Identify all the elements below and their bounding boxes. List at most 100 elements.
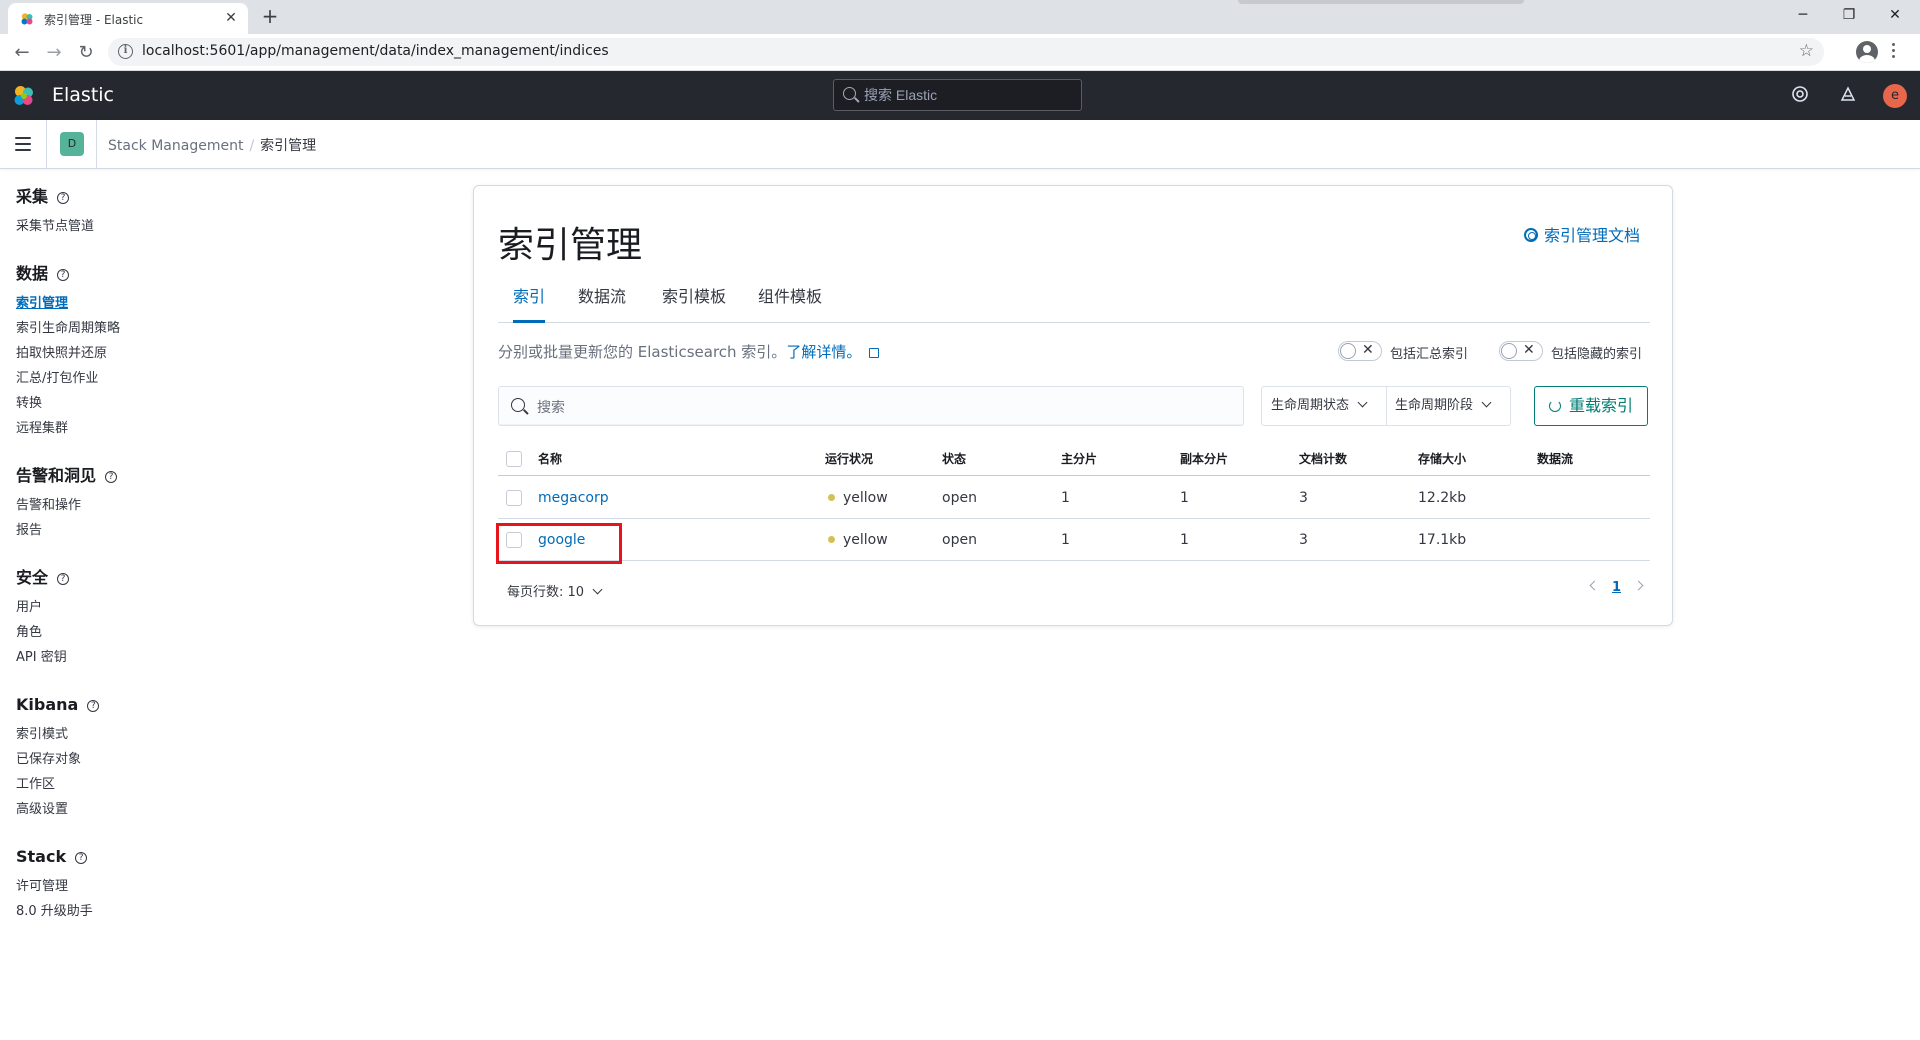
sidebar-group-title: Kibana bbox=[16, 695, 79, 714]
address-bar[interactable]: i localhost:5601/app/management/data/ind… bbox=[108, 38, 1824, 66]
help-icon[interactable]: ? bbox=[57, 572, 70, 585]
sidebar-group-kibana: Kibana? 索引模式 已保存对象 工作区 高级设置 bbox=[16, 694, 236, 822]
space-avatar[interactable]: D bbox=[60, 132, 84, 156]
sidebar-item-api-keys[interactable]: API 密钥 bbox=[16, 645, 236, 670]
sidebar-item-transforms[interactable]: 转换 bbox=[16, 391, 236, 416]
elastic-logo-icon[interactable] bbox=[12, 84, 36, 108]
browser-menu-icon[interactable] bbox=[1892, 43, 1896, 61]
chevron-down-icon bbox=[1481, 397, 1492, 408]
primary-value: 1 bbox=[1061, 531, 1070, 548]
column-header-data-stream[interactable]: 数据流 bbox=[1537, 442, 1573, 475]
sidebar-item-ingest-pipelines[interactable]: 采集节点管道 bbox=[16, 214, 236, 239]
back-icon[interactable]: ← bbox=[9, 40, 35, 66]
learn-more-link[interactable]: 了解详情。 bbox=[786, 343, 861, 361]
column-header-health[interactable]: 运行状况 bbox=[825, 442, 873, 475]
previous-page-icon[interactable] bbox=[1589, 580, 1600, 591]
lifecycle-status-filter[interactable]: 生命周期状态 bbox=[1271, 387, 1368, 425]
description-text: 分别或批量更新您的 Elasticsearch 索引。 bbox=[498, 343, 787, 361]
forward-icon[interactable]: → bbox=[41, 40, 67, 66]
newsfeed-icon[interactable] bbox=[1838, 85, 1858, 105]
tab-indices[interactable]: 索引 bbox=[513, 279, 546, 323]
help-icon[interactable]: ? bbox=[57, 268, 70, 281]
minimize-window-button[interactable]: ─ bbox=[1780, 0, 1826, 30]
sidebar-item-advanced-settings[interactable]: 高级设置 bbox=[16, 797, 236, 822]
help-icon[interactable]: ? bbox=[75, 851, 88, 864]
row-checkbox[interactable] bbox=[506, 490, 522, 506]
help-icon[interactable] bbox=[1790, 85, 1810, 105]
tab-title: 索引管理 - Elastic bbox=[44, 13, 144, 27]
sidebar-item-index-patterns[interactable]: 索引模式 bbox=[16, 722, 236, 747]
url-text[interactable]: localhost:5601/app/management/data/index… bbox=[142, 43, 609, 59]
reload-indices-button[interactable]: 重载索引 bbox=[1534, 386, 1648, 426]
sidebar-item-upgrade-assistant[interactable]: 8.0 升级助手 bbox=[16, 899, 236, 924]
lifecycle-phase-filter[interactable]: 生命周期阶段 bbox=[1395, 387, 1492, 425]
management-sidebar: 采集? 采集节点管道 数据? 索引管理 索引生命周期策略 拍取快照并还原 汇总/… bbox=[16, 186, 236, 948]
index-name-link[interactable]: google bbox=[538, 532, 585, 548]
health-value: yellow bbox=[843, 531, 888, 548]
toggle-track[interactable] bbox=[1499, 341, 1543, 361]
sidebar-group-title: 安全 bbox=[16, 568, 49, 587]
breadcrumb-current: 索引管理 bbox=[260, 138, 317, 154]
page-number[interactable]: 1 bbox=[1612, 580, 1621, 595]
toggle-label: 包括汇总索引 bbox=[1390, 347, 1469, 362]
column-header-primary[interactable]: 主分片 bbox=[1061, 442, 1097, 475]
status-value: open bbox=[942, 489, 977, 506]
sidebar-item-rollup-jobs[interactable]: 汇总/打包作业 bbox=[16, 366, 236, 391]
restore-window-button[interactable]: ❐ bbox=[1826, 0, 1872, 30]
close-tab-icon[interactable]: ✕ bbox=[222, 9, 240, 27]
sidebar-item-alerts-actions[interactable]: 告警和操作 bbox=[16, 493, 236, 518]
sidebar-item-reporting[interactable]: 报告 bbox=[16, 518, 236, 543]
pagination: 1 bbox=[1589, 579, 1644, 601]
health-dot-icon bbox=[828, 494, 835, 501]
help-icon[interactable]: ? bbox=[57, 191, 70, 204]
sidebar-group-alerts: 告警和洞见? 告警和操作 报告 bbox=[16, 465, 236, 543]
global-search-input[interactable] bbox=[864, 85, 1074, 105]
reload-icon[interactable]: ↻ bbox=[73, 40, 99, 66]
menu-toggle-icon[interactable] bbox=[15, 137, 31, 151]
breadcrumb-stack-management[interactable]: Stack Management bbox=[108, 138, 243, 154]
index-search[interactable] bbox=[498, 386, 1244, 426]
new-tab-button[interactable]: + bbox=[258, 5, 282, 29]
site-info-icon[interactable]: i bbox=[118, 44, 133, 59]
sidebar-item-spaces[interactable]: 工作区 bbox=[16, 772, 236, 797]
column-header-docs-count[interactable]: 文档计数 bbox=[1299, 442, 1347, 475]
help-icon[interactable]: ? bbox=[105, 470, 118, 483]
replicas-value: 1 bbox=[1180, 531, 1189, 548]
column-header-replicas[interactable]: 副本分片 bbox=[1180, 442, 1228, 475]
sidebar-item-ilm-policies[interactable]: 索引生命周期策略 bbox=[16, 316, 236, 341]
column-header-status[interactable]: 状态 bbox=[942, 442, 966, 475]
column-header-name[interactable]: 名称 bbox=[538, 442, 562, 475]
bookmark-star-icon[interactable]: ☆ bbox=[1799, 41, 1814, 61]
divider bbox=[46, 120, 47, 168]
toggle-track[interactable] bbox=[1338, 341, 1382, 361]
sidebar-item-saved-objects[interactable]: 已保存对象 bbox=[16, 747, 236, 772]
browser-profile-icon[interactable] bbox=[1856, 41, 1878, 63]
tab-component-templates[interactable]: 组件模板 bbox=[758, 279, 822, 323]
sidebar-item-users[interactable]: 用户 bbox=[16, 595, 236, 620]
index-search-input[interactable] bbox=[537, 397, 1227, 417]
user-avatar[interactable]: e bbox=[1883, 84, 1907, 108]
search-icon bbox=[843, 87, 856, 100]
filter-label: 生命周期状态 bbox=[1271, 398, 1350, 413]
index-name-link[interactable]: megacorp bbox=[538, 490, 609, 506]
tab-bar: 索引 数据流 索引模板 组件模板 bbox=[498, 279, 1650, 323]
close-window-button[interactable]: ✕ bbox=[1872, 0, 1918, 30]
sidebar-item-roles[interactable]: 角色 bbox=[16, 620, 236, 645]
help-icon[interactable]: ? bbox=[87, 699, 100, 712]
sidebar-item-remote-clusters[interactable]: 远程集群 bbox=[16, 416, 236, 441]
sidebar-item-snapshot-restore[interactable]: 拍取快照并还原 bbox=[16, 341, 236, 366]
tab-data-streams[interactable]: 数据流 bbox=[578, 279, 626, 323]
next-page-icon[interactable] bbox=[1633, 580, 1644, 591]
tab-index-templates[interactable]: 索引模板 bbox=[662, 279, 726, 323]
row-checkbox[interactable] bbox=[506, 532, 522, 548]
global-search[interactable] bbox=[833, 79, 1082, 111]
column-header-storage-size[interactable]: 存储大小 bbox=[1418, 442, 1466, 475]
brand-name[interactable]: Elastic bbox=[52, 84, 114, 106]
sidebar-item-license-management[interactable]: 许可管理 bbox=[16, 874, 236, 899]
select-all-checkbox[interactable] bbox=[506, 451, 522, 467]
browser-tab[interactable]: 索引管理 - Elastic ✕ bbox=[8, 3, 248, 34]
docs-link[interactable]: 索引管理文档 bbox=[1523, 222, 1640, 246]
sidebar-item-index-management[interactable]: 索引管理 bbox=[16, 291, 236, 316]
sidebar-group-title: 采集 bbox=[16, 187, 49, 206]
rows-per-page-selector[interactable]: 每页行数: 10 bbox=[507, 581, 603, 600]
